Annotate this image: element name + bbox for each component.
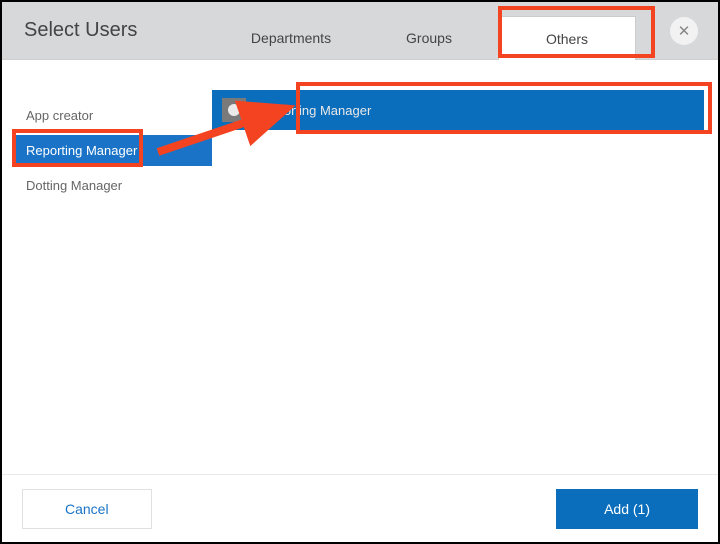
button-label: Cancel — [65, 501, 109, 517]
dialog-header: Select Users Departments Groups Others ✕ — [2, 2, 718, 60]
main-row[interactable]: Reporting Manager — [212, 90, 704, 130]
sidebar-item-reporting-manager[interactable]: Reporting Manager — [16, 135, 212, 166]
row-label: Reporting Manager — [260, 103, 371, 118]
sidebar-item-label: Dotting Manager — [26, 178, 122, 193]
tab-groups[interactable]: Groups — [360, 16, 498, 60]
dialog-title: Select Users — [2, 19, 222, 42]
sidebar: App creator Reporting Manager Dotting Ma… — [2, 60, 212, 474]
close-icon: ✕ — [678, 22, 691, 40]
tab-others[interactable]: Others — [498, 16, 636, 60]
cancel-button[interactable]: Cancel — [22, 489, 152, 529]
sidebar-item-label: Reporting Manager — [26, 143, 137, 158]
button-label: Add (1) — [604, 501, 650, 517]
sidebar-item-label: App creator — [26, 108, 93, 123]
main-panel: Reporting Manager — [212, 60, 718, 474]
tab-departments[interactable]: Departments — [222, 16, 360, 60]
footer: Cancel Add (1) — [2, 474, 718, 542]
sidebar-item-app-creator[interactable]: App creator — [16, 100, 212, 131]
sidebar-item-dotting-manager[interactable]: Dotting Manager — [16, 170, 212, 201]
close-button[interactable]: ✕ — [670, 17, 698, 45]
content: App creator Reporting Manager Dotting Ma… — [2, 60, 718, 474]
add-button[interactable]: Add (1) — [556, 489, 698, 529]
tabs: Departments Groups Others — [222, 2, 636, 60]
row-checkbox[interactable] — [222, 98, 246, 122]
checkbox-checked-icon — [228, 104, 240, 116]
